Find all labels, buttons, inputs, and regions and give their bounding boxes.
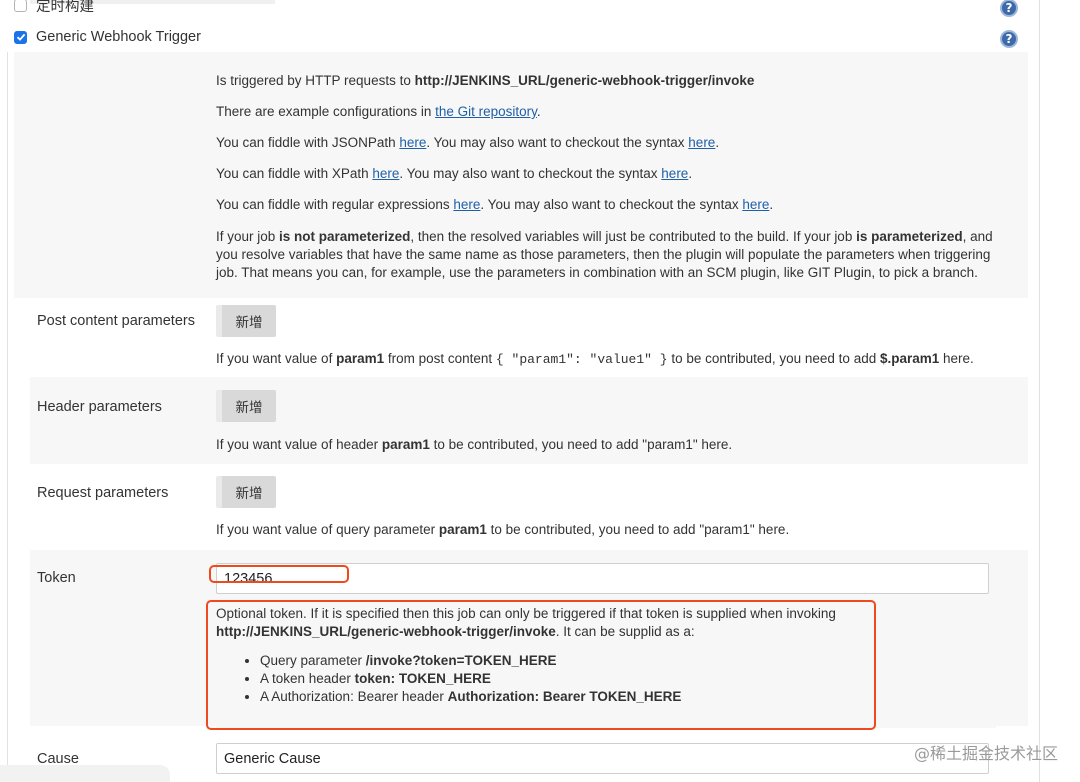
text: If your job [216,229,280,244]
emphasis: param1 [381,437,430,452]
text: You can fiddle with regular expressions [216,197,454,212]
text: . [536,104,541,119]
text: to be contributed, you need to add "para… [486,522,790,537]
scheduled-build-checkbox[interactable] [14,0,27,12]
scheduled-build-label: 定时构建 [36,0,94,15]
add-post-content-button[interactable]: 新增 [216,305,276,337]
description-parameterized: If your job is not parameterized, then t… [216,228,996,282]
text: to be contributed, you need to add "para… [429,437,733,452]
xpath-syntax-link[interactable]: here [661,166,688,181]
git-repository-link[interactable]: the Git repository [435,104,537,119]
request-params-section [30,464,1028,550]
header-params-hint: If you want value of header param1 to be… [216,437,732,452]
description-regex: You can fiddle with regular expressions … [216,196,996,214]
webhook-trigger-label: Generic Webhook Trigger [36,29,201,45]
text: There are example configurations in [216,104,436,119]
text: from post content [384,351,496,366]
jsonpath-fiddle-link[interactable]: here [399,135,426,150]
post-content-hint: If you want value of param1 from post co… [216,351,974,367]
text: If you want value of [216,351,337,366]
text: . [715,135,720,150]
checkmark-icon [16,33,25,41]
description-jsonpath: You can fiddle with JSONPath here. You m… [216,134,996,152]
description-xpath: You can fiddle with XPath here. You may … [216,165,996,183]
add-header-param-button[interactable]: 新增 [216,390,276,422]
description-invoke-url: Is triggered by HTTP requests to http://… [216,72,996,90]
webhook-trigger-checkbox[interactable] [14,30,27,44]
code-sample: { "param1": "value1" } [495,352,668,367]
text: If you want value of header [216,437,382,452]
token-annotation-box [209,565,349,583]
header-params-label: Header parameters [37,399,162,415]
text: . You may also want to checkout the synt… [480,197,743,212]
text: here. [939,351,974,366]
emphasis: param1 [438,522,487,537]
post-content-label: Post content parameters [37,313,195,329]
request-params-hint: If you want value of query parameter par… [216,522,789,537]
token-help-annotation-box [206,600,876,730]
text: You can fiddle with XPath [216,166,373,181]
text: If you want value of query parameter [216,522,439,537]
text: . [688,166,693,181]
config-panel: 定时构建 ? Generic Webhook Trigger ? Is trig… [0,0,1040,782]
help-icon[interactable]: ? [1000,30,1018,48]
text: . You may also want to checkout the synt… [426,135,689,150]
emphasis: is parameterized [856,229,963,244]
xpath-fiddle-link[interactable]: here [372,166,399,181]
scheduled-build-option[interactable]: 定时构建 [14,0,94,16]
cause-input[interactable] [216,743,989,774]
token-label: Token [37,570,76,586]
emphasis: is not parameterized [279,229,411,244]
text: to be contributed, you need to add [667,351,880,366]
emphasis: param1 [336,351,385,366]
text: . [769,197,774,212]
page-edge [0,765,170,782]
text: You can fiddle with JSONPath [216,135,400,150]
add-request-param-button[interactable]: 新增 [216,476,276,508]
text: , then the resolved variables will just … [410,229,857,244]
watermark: @稀土掘金技术社区 [913,744,1058,763]
text: . You may also want to checkout the synt… [399,166,662,181]
regex-fiddle-link[interactable]: here [453,197,480,212]
help-icon[interactable]: ? [1000,0,1018,17]
regex-syntax-link[interactable]: here [742,197,769,212]
section-rail [7,52,8,782]
emphasis: $.param1 [879,351,940,366]
text: Is triggered by HTTP requests to [216,73,415,88]
request-params-label: Request parameters [37,485,169,501]
webhook-trigger-option[interactable]: Generic Webhook Trigger [14,29,201,45]
description-examples: There are example configurations in the … [216,103,996,121]
invoke-url: http://JENKINS_URL/generic-webhook-trigg… [414,73,755,88]
jsonpath-syntax-link[interactable]: here [688,135,715,150]
